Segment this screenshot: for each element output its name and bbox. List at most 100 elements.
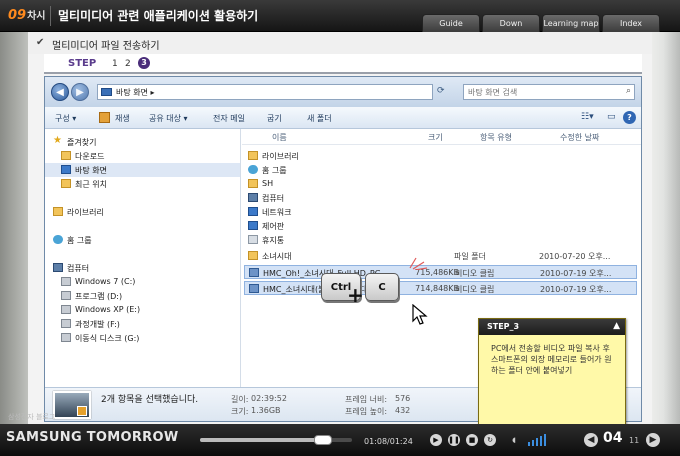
share-button[interactable]: 공유 대상 ▾ — [149, 113, 188, 124]
homegroup-icon — [248, 165, 258, 174]
progress-track[interactable] — [200, 435, 352, 445]
nav-desktop[interactable]: 바탕 화면 — [45, 163, 240, 177]
preview-pane-icon[interactable]: ▭ — [607, 112, 616, 122]
step-1[interactable]: 1 — [112, 59, 118, 69]
nav-label: 바탕 화면 — [75, 166, 107, 175]
step-tooltip: STEP_3 ▲ PC에서 전송할 비디오 파일 복사 후 스마트폰의 외장 메… — [478, 318, 626, 426]
spark-icon — [409, 257, 428, 270]
pause-icon[interactable]: ❚❚ — [448, 434, 460, 446]
prev-page-icon[interactable]: ◀ — [584, 433, 598, 447]
back-icon[interactable]: ◀ — [51, 83, 69, 101]
lesson-title: 멀티미디어 파일 전송하기 — [52, 41, 160, 52]
file-row[interactable]: 라이브러리 — [244, 149, 637, 163]
nav-drive-f[interactable]: 과정개발 (F:) — [45, 317, 240, 331]
column-name[interactable]: 이름 — [272, 132, 287, 143]
nav-label: 다운로드 — [75, 152, 105, 161]
brand-subtitle: 삼성전자 블로그 — [8, 413, 56, 421]
new-folder-button[interactable]: 새 폴더 — [307, 113, 332, 124]
command-bar: 구성 ▾ 재생 공유 대상 ▾ 전자 메일 굽기 새 폴더 ☷▾ ▭ ? — [45, 107, 641, 129]
view-options-icon[interactable]: ☷▾ — [581, 112, 594, 122]
size-value: 1.36GB — [251, 406, 281, 415]
nav-tab-learning-map[interactable]: Learning map — [542, 14, 600, 32]
nav-drive-g[interactable]: 이동식 디스크 (G:) — [45, 331, 240, 345]
organize-button[interactable]: 구성 ▾ — [55, 113, 76, 124]
collapse-icon[interactable]: ▲ — [613, 321, 620, 331]
file-row-selected[interactable]: HMC_소녀시대(블랙소시) 현대벨... 714,848KB 비디오 클립 2… — [244, 281, 637, 295]
column-type[interactable]: 항목 유형 — [480, 132, 512, 143]
step-3-active[interactable]: 3 — [138, 57, 150, 69]
folder-icon — [61, 151, 71, 160]
nav-libraries[interactable]: 라이브러리 — [45, 205, 240, 219]
file-row[interactable]: SH — [244, 177, 637, 191]
forward-icon[interactable]: ▶ — [71, 83, 89, 101]
nav-label: 이동식 디스크 (G:) — [75, 334, 140, 343]
step-tooltip-header: STEP_3 ▲ — [479, 319, 625, 335]
step-2[interactable]: 2 — [125, 59, 131, 69]
nav-label: 즐겨찾기 — [67, 138, 97, 147]
nav-tab-index[interactable]: Index — [602, 14, 660, 32]
file-type: 파일 폴더 — [454, 252, 486, 261]
course-title: 멀티미디어 관련 애플리케이션 활용하기 — [58, 9, 259, 23]
frame-height-label: 프레임 높이: — [345, 407, 388, 416]
stop-icon[interactable]: ■ — [466, 434, 478, 446]
nav-tab-down[interactable]: Down — [482, 14, 540, 32]
column-date[interactable]: 수정한 날짜 — [560, 132, 599, 143]
burn-button[interactable]: 굽기 — [267, 113, 282, 124]
volume-slider[interactable] — [528, 434, 550, 446]
nav-downloads[interactable]: 다운로드 — [45, 149, 240, 163]
drive-icon — [61, 333, 71, 342]
plus-sign: + — [347, 283, 364, 307]
column-size[interactable]: 크기 — [428, 132, 443, 143]
current-page: 04 — [603, 430, 623, 446]
video-icon — [249, 268, 259, 277]
drive-icon — [61, 291, 71, 300]
file-row[interactable]: 제어판 — [244, 219, 637, 233]
address-field[interactable]: 바탕 화면 ▸ — [97, 84, 433, 100]
chapter-number: 09 — [8, 8, 27, 23]
help-icon[interactable]: ? — [623, 111, 636, 124]
column-headers: 이름 크기 항목 유형 수정한 날짜 — [242, 129, 641, 145]
file-row[interactable]: 네트워크 — [244, 205, 637, 219]
frame-width-value: 576 — [395, 394, 411, 403]
course-header: 09차시 멀티미디어 관련 애플리케이션 활용하기 Guide Down Lea… — [0, 0, 680, 32]
top-nav: Guide Down Learning map Index — [420, 14, 660, 32]
chapter-suffix: 차시 — [27, 11, 46, 22]
progress-fill — [200, 438, 324, 442]
address-path: 바탕 화면 ▸ — [116, 88, 155, 97]
address-bar: ◀ ▶ 바탕 화면 ▸ ⟳ ⌕ — [45, 77, 641, 107]
file-name: 컴퓨터 — [262, 194, 285, 203]
play-button[interactable]: 재생 — [115, 113, 130, 124]
search-icon[interactable]: ⌕ — [626, 86, 631, 96]
speaker-icon[interactable]: ◖ — [508, 434, 520, 446]
nav-label: 과정개발 (F:) — [75, 320, 120, 329]
navigation-pane: ★ 즐겨찾기 다운로드 바탕 화면 최근 위치 라이브러리 홈 그룹 컴퓨터 W… — [45, 129, 241, 387]
desktop-folder-icon — [101, 88, 112, 96]
nav-computer[interactable]: 컴퓨터 — [45, 261, 240, 275]
refresh-icon[interactable]: ⟳ — [437, 86, 445, 96]
nav-drive-d[interactable]: 프로그램 (D:) — [45, 289, 240, 303]
nav-recent[interactable]: 최근 위치 — [45, 177, 240, 191]
nav-favorites[interactable]: ★ 즐겨찾기 — [45, 135, 240, 149]
next-page-icon[interactable]: ▶ — [646, 433, 660, 447]
file-type: 비디오 클립 — [455, 269, 495, 278]
search-box[interactable]: ⌕ — [463, 84, 635, 100]
nav-drive-e[interactable]: Windows XP (E:) — [45, 303, 240, 317]
computer-icon — [53, 263, 63, 272]
file-row[interactable]: 소녀시대 파일 폴더 2010-07-20 오후... — [244, 249, 637, 263]
search-input[interactable] — [468, 86, 618, 98]
email-button[interactable]: 전자 메일 — [213, 113, 245, 124]
drive-icon — [61, 277, 71, 286]
length-value: 02:39:52 — [251, 394, 287, 403]
nav-tab-guide[interactable]: Guide — [422, 14, 480, 32]
play-icon[interactable]: ▶ — [430, 434, 442, 446]
file-row[interactable]: 휴지통 — [244, 233, 637, 247]
file-row[interactable]: 컴퓨터 — [244, 191, 637, 205]
progress-handle[interactable] — [314, 435, 333, 445]
network-icon — [248, 207, 258, 216]
file-row[interactable]: 홈 그룹 — [244, 163, 637, 177]
repeat-icon[interactable]: ↻ — [484, 434, 496, 446]
file-row-selected[interactable]: HMC_Oh!_소녀시대_Full HD_PC 715,486KB 비디오 클립… — [244, 265, 637, 279]
nav-homegroup[interactable]: 홈 그룹 — [45, 233, 240, 247]
lesson-header: ✔ 멀티미디어 파일 전송하기 — [28, 32, 652, 54]
nav-drive-c[interactable]: Windows 7 (C:) — [45, 275, 240, 289]
